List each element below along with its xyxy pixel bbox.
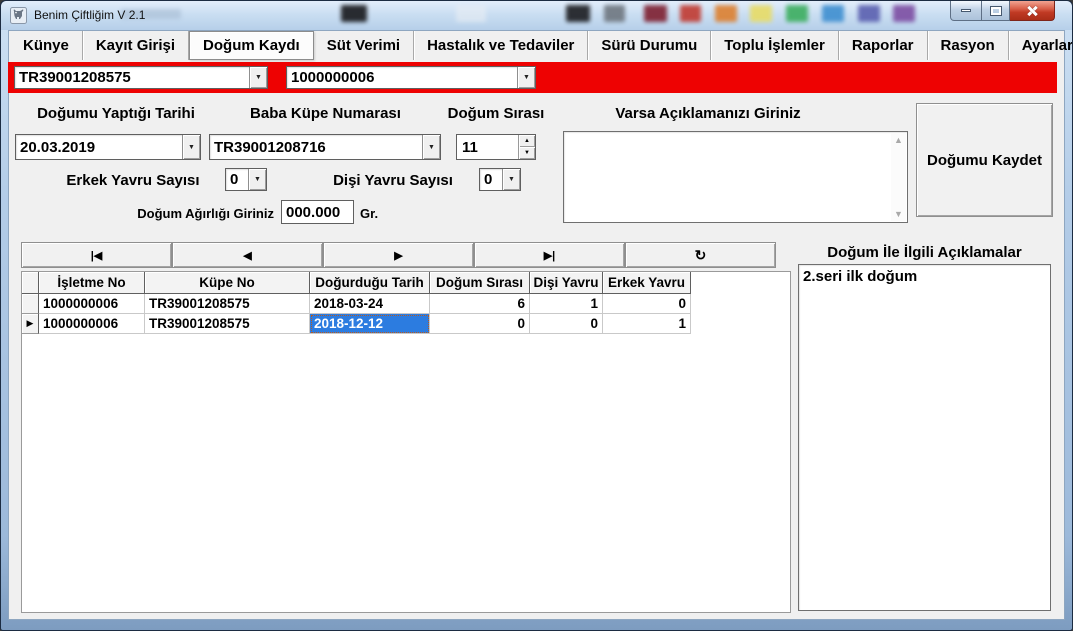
tab-suru-durumu[interactable]: Sürü Durumu bbox=[588, 31, 711, 60]
nav-last-button[interactable]: ▶| bbox=[474, 242, 625, 268]
birth-order-spinner[interactable]: 11 ▲ ▼ bbox=[456, 134, 536, 160]
tab-rasyon[interactable]: Rasyon bbox=[928, 31, 1009, 60]
spin-down-button[interactable]: ▼ bbox=[519, 147, 535, 159]
tab-dogum-kaydi[interactable]: Doğum Kaydı bbox=[189, 31, 314, 60]
dropdown-icon[interactable]: ▼ bbox=[517, 67, 535, 88]
tab-kunye[interactable]: Künye bbox=[10, 31, 83, 60]
dropdown-icon[interactable]: ▼ bbox=[422, 135, 440, 159]
tab-toplu-islemler[interactable]: Toplu İşlemler bbox=[711, 31, 839, 60]
grid-cell[interactable]: 1000000006 bbox=[39, 314, 145, 334]
tab-hastalik-ve-tedaviler[interactable]: Hastalık ve Tedaviler bbox=[414, 31, 588, 60]
male-count-combobox[interactable]: 0 ▼ bbox=[225, 168, 267, 191]
farm-no-value: 1000000006 bbox=[287, 67, 517, 88]
animal-tag-value: TR39001208575 bbox=[15, 67, 249, 88]
close-button[interactable] bbox=[1010, 1, 1055, 21]
birth-date-combobox[interactable]: 20.03.2019 ▼ bbox=[15, 134, 201, 160]
nav-last-icon: ▶| bbox=[544, 249, 556, 262]
tab-kayit-girisi[interactable]: Kayıt Girişi bbox=[83, 31, 189, 60]
records-grid: İşletme No Küpe No Doğurduğu Tarih Doğum… bbox=[21, 271, 791, 613]
minimize-button[interactable] bbox=[950, 1, 982, 21]
father-tag-value: TR39001208716 bbox=[210, 135, 422, 159]
tab-raporlar[interactable]: Raporlar bbox=[839, 31, 928, 60]
nav-next-button[interactable]: ▶ bbox=[323, 242, 474, 268]
grid-cell[interactable]: 1 bbox=[603, 314, 691, 334]
female-count-value: 0 bbox=[480, 169, 502, 190]
grid-cell[interactable]: TR39001208575 bbox=[145, 314, 310, 334]
grid-cell[interactable]: 6 bbox=[430, 294, 530, 314]
female-count-combobox[interactable]: 0 ▼ bbox=[479, 168, 521, 191]
male-count-value: 0 bbox=[226, 169, 248, 190]
goat-icon bbox=[10, 7, 27, 24]
farm-no-combobox[interactable]: 1000000006 ▼ bbox=[286, 66, 536, 89]
weight-unit-label: Gr. bbox=[360, 206, 378, 221]
birth-order-value: 11 bbox=[457, 135, 518, 159]
grid-cell[interactable]: 1000000006 bbox=[39, 294, 145, 314]
column-header-disi-yavru[interactable]: Dişi Yavru bbox=[530, 272, 603, 294]
scroll-down-icon[interactable]: ▼ bbox=[894, 209, 903, 219]
scroll-up-icon[interactable]: ▲ bbox=[894, 135, 903, 145]
birth-date-value: 20.03.2019 bbox=[16, 135, 182, 159]
column-header-dogum-sirasi[interactable]: Doğum Sırası bbox=[430, 272, 530, 294]
dropdown-icon[interactable]: ▼ bbox=[502, 169, 520, 190]
animal-tag-combobox[interactable]: TR39001208575 ▼ bbox=[14, 66, 268, 89]
birth-notes-box[interactable]: 2.seri ilk doğum bbox=[798, 264, 1051, 611]
spin-up-button[interactable]: ▲ bbox=[519, 135, 535, 147]
nav-next-icon: ▶ bbox=[394, 249, 402, 262]
dropdown-icon[interactable]: ▼ bbox=[182, 135, 200, 159]
weight-label: Doğum Ağırlığı Giriniz bbox=[124, 206, 274, 221]
row-marker-header bbox=[22, 272, 39, 294]
app-window: Benim Çiftliğim V 2.1 Künye Kayıt Girişi… bbox=[0, 0, 1073, 631]
column-header-kupe-no[interactable]: Küpe No bbox=[145, 272, 310, 294]
minimize-icon bbox=[961, 9, 971, 12]
nav-previous-button[interactable]: ◀ bbox=[172, 242, 323, 268]
save-birth-button[interactable]: Doğumu Kaydet bbox=[916, 103, 1053, 217]
tab-ayarlar[interactable]: Ayarlar bbox=[1009, 31, 1073, 60]
weight-input[interactable] bbox=[281, 200, 354, 224]
father-tag-label: Baba Küpe Numarası bbox=[234, 105, 417, 122]
grid-cell[interactable]: TR39001208575 bbox=[145, 294, 310, 314]
grid-cell[interactable]: 0 bbox=[603, 294, 691, 314]
grid-cell[interactable]: 0 bbox=[530, 314, 603, 334]
current-row-marker-icon: ▶ bbox=[22, 314, 39, 334]
nav-previous-icon: ◀ bbox=[243, 249, 251, 262]
maximize-button[interactable] bbox=[982, 1, 1010, 21]
titlebar[interactable]: Benim Çiftliğim V 2.1 bbox=[1, 1, 1072, 30]
grid-cell[interactable]: 1 bbox=[530, 294, 603, 314]
father-tag-combobox[interactable]: TR39001208716 ▼ bbox=[209, 134, 441, 160]
row-marker bbox=[22, 294, 39, 314]
column-header-erkek-yavru[interactable]: Erkek Yavru bbox=[603, 272, 691, 294]
dropdown-icon[interactable]: ▼ bbox=[249, 67, 267, 88]
nav-refresh-button[interactable]: ↻ bbox=[625, 242, 776, 268]
grid-cell-selected[interactable]: 2018-12-12 bbox=[310, 314, 430, 334]
column-header-isletme-no[interactable]: İşletme No bbox=[39, 272, 145, 294]
grid-cell[interactable]: 2018-03-24 bbox=[310, 294, 430, 314]
nav-first-button[interactable]: |◀ bbox=[21, 242, 172, 268]
male-count-label: Erkek Yavru Sayısı bbox=[49, 172, 217, 189]
refresh-icon: ↻ bbox=[695, 247, 707, 264]
close-icon bbox=[1026, 5, 1038, 17]
maximize-icon bbox=[991, 7, 1001, 15]
tab-bar: Künye Kayıt Girişi Doğum Kaydı Süt Verim… bbox=[10, 31, 1063, 60]
notes-scrollbar: ▲ ▼ bbox=[891, 133, 906, 221]
birth-order-label: Doğum Sırası bbox=[442, 105, 550, 122]
tab-sut-verimi[interactable]: Süt Verimi bbox=[314, 31, 414, 60]
notes-textarea[interactable]: ▲ ▼ bbox=[563, 131, 908, 223]
dropdown-icon[interactable]: ▼ bbox=[248, 169, 266, 190]
notes-label: Varsa Açıklamanızı Giriniz bbox=[599, 105, 817, 122]
nav-first-icon: |◀ bbox=[91, 249, 103, 262]
birth-date-label: Doğumu Yaptığı Tarihi bbox=[16, 105, 216, 122]
side-panel-title: Doğum İle İlgili Açıklamalar bbox=[798, 244, 1051, 261]
window-title: Benim Çiftliğim V 2.1 bbox=[34, 8, 145, 22]
female-count-label: Dişi Yavru Sayısı bbox=[317, 172, 469, 189]
grid-cell[interactable]: 0 bbox=[430, 314, 530, 334]
window-controls bbox=[950, 1, 1055, 21]
birth-notes-text: 2.seri ilk doğum bbox=[803, 268, 917, 285]
column-header-dogurdugu-tarih[interactable]: Doğurduğu Tarih bbox=[310, 272, 430, 294]
